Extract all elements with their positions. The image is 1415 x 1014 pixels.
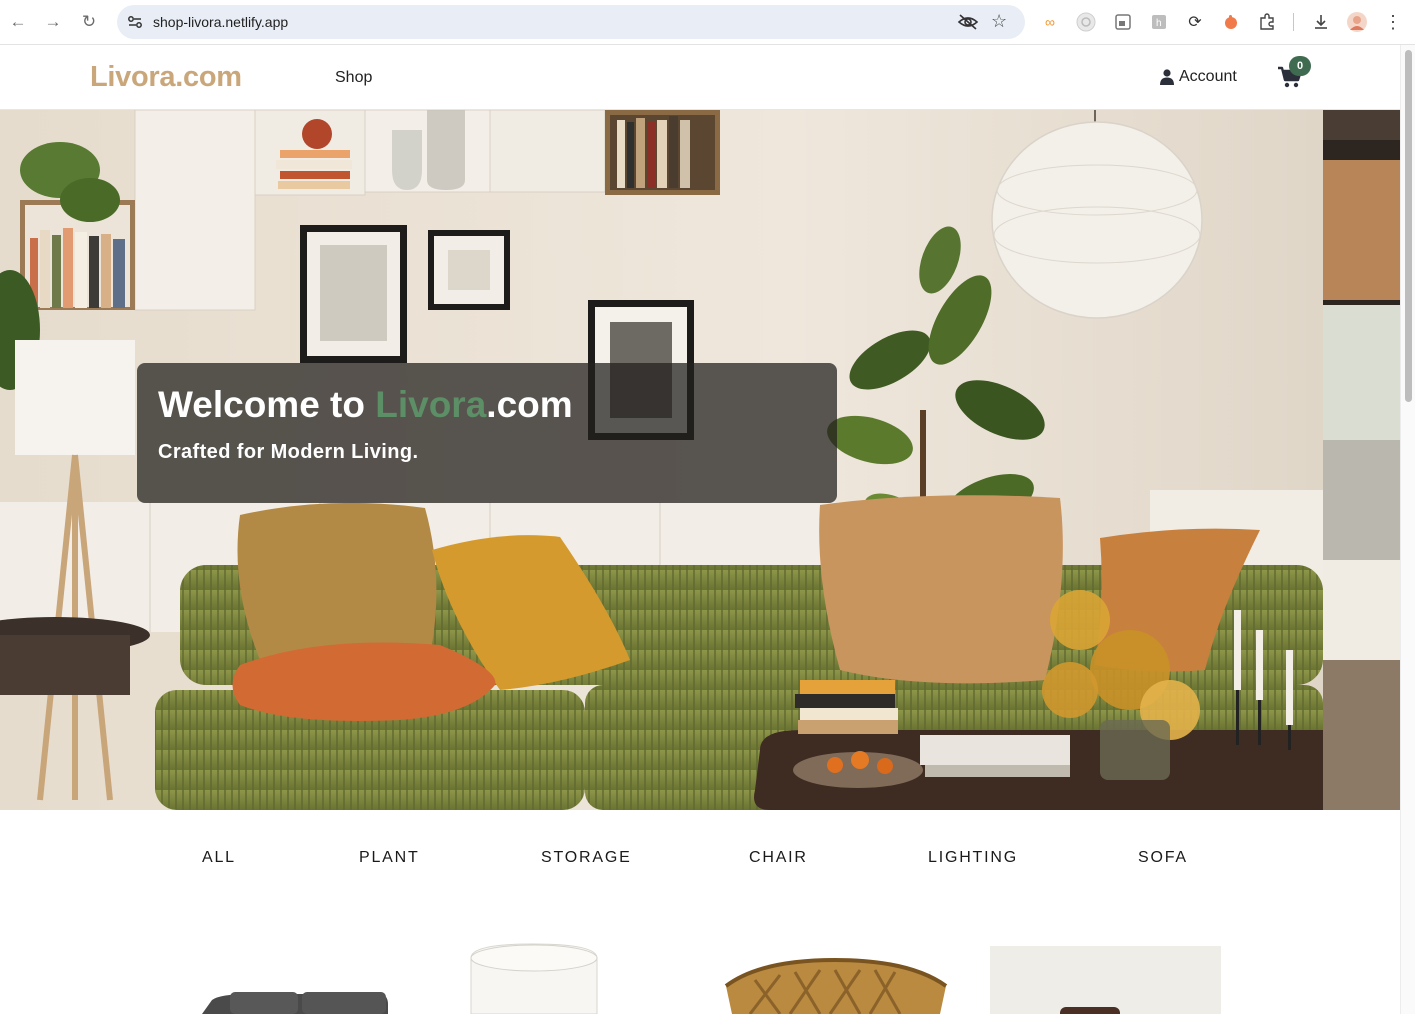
site-settings-icon[interactable] <box>126 13 144 31</box>
category-filter-bar: ALL PLANT STORAGE CHAIR LIGHTING SOFA <box>0 810 1400 910</box>
page-scrollbar[interactable] <box>1400 45 1415 1014</box>
product-grid <box>0 930 1400 1014</box>
product-shape <box>1060 1007 1120 1014</box>
hero-banner: Welcome to Livora.com Crafted for Modern… <box>0 110 1400 810</box>
hero-subtitle: Crafted for Modern Living. <box>158 441 419 463</box>
hero-title-accent: Livora <box>375 384 487 425</box>
product-image-sofa[interactable] <box>190 930 400 1014</box>
cart-count-badge: 0 <box>1289 56 1311 76</box>
product-image-placeholder[interactable] <box>990 946 1221 1014</box>
link-extension-icon[interactable]: ∞ <box>1040 12 1060 32</box>
account-link[interactable]: Account <box>1160 68 1237 86</box>
scrollbar-thumb[interactable] <box>1405 50 1412 402</box>
back-icon[interactable]: ← <box>7 11 29 33</box>
profile-avatar[interactable] <box>1347 12 1367 32</box>
grammar-extension-icon[interactable] <box>1076 12 1096 32</box>
nav-link-shop[interactable]: Shop <box>335 69 372 87</box>
menu-kebab-icon[interactable]: ⋮ <box>1383 12 1403 32</box>
extensions-icon[interactable] <box>1257 12 1277 32</box>
user-icon <box>1160 69 1174 85</box>
url-text[interactable]: shop-livora.netlify.app <box>153 14 288 30</box>
bookmark-star-icon[interactable]: ☆ <box>991 11 1007 32</box>
eye-off-icon[interactable] <box>957 13 979 31</box>
hero-title-suffix: .com <box>486 384 573 425</box>
category-sofa[interactable]: SOFA <box>1138 849 1188 867</box>
category-lighting[interactable]: LIGHTING <box>928 849 1018 867</box>
sync-extension-icon[interactable]: ⟳ <box>1185 12 1205 32</box>
download-icon[interactable] <box>1311 12 1331 32</box>
site-logo[interactable]: Livora.com <box>90 61 242 94</box>
account-label: Account <box>1179 68 1237 85</box>
image-extension-icon[interactable] <box>1113 12 1133 32</box>
category-all[interactable]: ALL <box>202 849 236 867</box>
product-image-basket[interactable] <box>720 930 950 1014</box>
reload-icon[interactable]: ↻ <box>78 11 100 33</box>
product-image-lamp[interactable] <box>465 930 605 1014</box>
svg-text:h: h <box>1156 18 1162 29</box>
site-header: Livora.com Shop Account 0 <box>0 46 1400 110</box>
browser-toolbar: ← → ↻ shop-livora.netlify.app ☆ ∞ h ⟳ ⋮ <box>0 0 1415 45</box>
category-storage[interactable]: STORAGE <box>541 849 632 867</box>
hero-title-prefix: Welcome to <box>158 384 376 425</box>
category-plant[interactable]: PLANT <box>359 849 420 867</box>
hero-welcome-card: Welcome to Livora.com Crafted for Modern… <box>137 363 837 503</box>
forward-icon[interactable]: → <box>42 11 64 33</box>
hero-title: Welcome to Livora.com <box>158 384 573 426</box>
toolbar-separator <box>1293 13 1294 31</box>
hand-extension-icon[interactable] <box>1221 12 1241 32</box>
translate-extension-icon[interactable]: h <box>1149 12 1169 32</box>
category-chair[interactable]: CHAIR <box>749 849 808 867</box>
address-bar[interactable]: shop-livora.netlify.app ☆ <box>117 5 1025 39</box>
